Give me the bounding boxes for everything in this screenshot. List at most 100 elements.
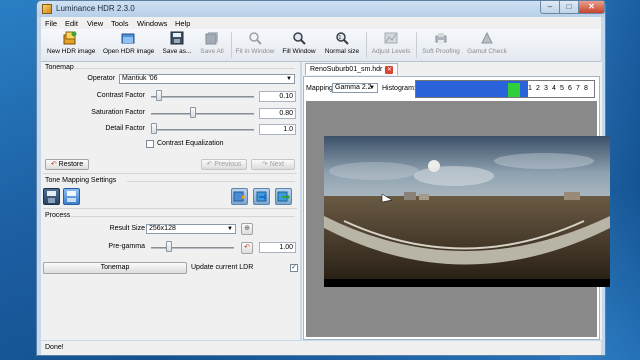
menu-tools[interactable]: Tools <box>111 19 129 28</box>
add-size-button[interactable]: ⊕ <box>241 223 253 235</box>
soft-proofing-icon <box>435 33 447 44</box>
result-size-select[interactable]: 256x128 ▼ <box>146 224 236 234</box>
previous-button[interactable]: ↶ Previous <box>201 159 247 170</box>
contrast-slider-thumb[interactable] <box>155 90 162 101</box>
group-divider <box>127 181 295 182</box>
chevron-down-icon: ▼ <box>227 226 233 232</box>
detail-factor-input[interactable]: 1.0 <box>259 124 296 135</box>
hist-tick: 1 <box>528 85 532 92</box>
menu-file[interactable]: File <box>45 19 57 28</box>
restore-button[interactable]: ↶ Restore <box>45 159 89 170</box>
export-icon <box>277 191 290 202</box>
pre-gamma-label: Pre-gamma <box>108 243 145 250</box>
import-settings-button[interactable] <box>253 188 270 205</box>
tone-mapping-settings-title: Tone Mapping Settings <box>45 177 117 184</box>
floppy-icon <box>47 191 56 203</box>
chevron-down-icon: ▼ <box>286 76 292 82</box>
next-label: Next <box>269 161 285 168</box>
undo-icon: ↶ <box>50 161 59 168</box>
hist-tick: 7 <box>576 85 580 92</box>
save-settings-button[interactable] <box>63 188 80 205</box>
contrast-factor-input[interactable]: 0.10 <box>259 91 296 102</box>
open-hdr-button[interactable]: Open HDR image <box>103 31 154 61</box>
minimize-button[interactable]: – <box>540 1 560 14</box>
group-divider <box>71 216 295 217</box>
detail-slider-track[interactable] <box>151 129 254 131</box>
saturation-slider-track[interactable] <box>151 113 254 115</box>
apply-settings-button[interactable] <box>231 188 248 205</box>
contrast-equalization-label: Contrast Equalization <box>157 140 224 147</box>
detail-slider-thumb[interactable] <box>151 123 157 134</box>
menu-windows[interactable]: Windows <box>137 19 167 28</box>
mapping-select[interactable]: Gamma 2.2 ▼ <box>332 83 378 93</box>
normal-size-label: Normal size <box>324 48 360 55</box>
panorama-image[interactable] <box>324 136 610 279</box>
save-icon <box>170 31 184 45</box>
fill-window-button[interactable]: Fill Window <box>280 31 318 61</box>
app-icon <box>42 4 52 14</box>
tab-hdr-image[interactable]: RenoSuburb01_sm.hdr ✕ <box>305 63 399 75</box>
forward-icon: ↷ <box>261 161 270 168</box>
restore-label: Restore <box>58 161 84 168</box>
save-disk-icon <box>67 191 76 202</box>
svg-text:1: 1 <box>339 35 342 41</box>
fill-window-icon <box>293 32 306 45</box>
saturation-slider-thumb[interactable] <box>189 107 196 118</box>
contrast-equalization-checkbox[interactable] <box>146 140 154 148</box>
next-button[interactable]: ↷ Next <box>251 159 295 170</box>
save-all-icon <box>205 32 218 45</box>
contrast-slider-track[interactable] <box>151 96 254 98</box>
hist-tick: 8 <box>584 85 588 92</box>
soft-proofing-label: Soft Proofing <box>422 48 460 55</box>
histogram-widget[interactable]: 1 2 3 4 5 6 7 8 <box>415 80 595 98</box>
viewer-panel: RenoSuburb01_sm.hdr ✕ Mapping: Gamma 2.2 … <box>302 62 610 340</box>
group-divider <box>43 173 297 174</box>
normal-size-button[interactable]: 1 Normal size <box>321 31 363 61</box>
previous-label: Previous <box>214 161 242 168</box>
adjust-levels-button[interactable]: Adjust Levels <box>369 31 413 61</box>
pre-gamma-slider-thumb[interactable] <box>166 241 173 252</box>
window-title: Luminance HDR 2.3.0 <box>56 4 135 13</box>
histogram-label: Histogram: <box>382 85 416 92</box>
title-bar[interactable]: Luminance HDR 2.3.0 – □ ✕ <box>37 1 605 17</box>
pre-gamma-slider-track[interactable] <box>151 247 234 249</box>
new-hdr-label: New HDR image <box>47 48 96 55</box>
operator-value: Mantiuk '06 <box>122 75 158 82</box>
process-group-title: Process <box>45 212 71 219</box>
maximize-button[interactable]: □ <box>559 1 579 14</box>
tab-label: RenoSuburb01_sm.hdr <box>310 66 383 73</box>
hist-tick: 3 <box>544 85 548 92</box>
fit-window-button[interactable]: Fit in Window <box>234 31 276 61</box>
export-settings-button[interactable] <box>275 188 292 205</box>
toolbar-separator <box>231 32 232 58</box>
adjust-levels-label: Adjust Levels <box>371 48 411 55</box>
hist-tick: 5 <box>560 85 564 92</box>
reset-gamma-button[interactable]: ↶ <box>241 242 253 254</box>
mapping-value: Gamma 2.2 <box>335 84 372 91</box>
update-ldr-checkbox[interactable]: ✓ <box>290 264 298 272</box>
app-window: Luminance HDR 2.3.0 – □ ✕ File Edit View… <box>36 0 610 356</box>
new-hdr-button[interactable]: New HDR image <box>47 31 96 61</box>
save-all-button[interactable]: Save All <box>197 31 227 61</box>
menu-edit[interactable]: Edit <box>65 19 78 28</box>
soft-proofing-button[interactable]: Soft Proofing <box>419 31 463 61</box>
saturation-factor-input[interactable]: 0.80 <box>259 108 296 119</box>
save-as-button[interactable]: Save as... <box>159 31 195 61</box>
close-button[interactable]: ✕ <box>578 1 605 14</box>
menu-help[interactable]: Help <box>175 19 190 28</box>
hist-tick: 6 <box>568 85 572 92</box>
operator-select[interactable]: Mantiuk '06 ▼ <box>119 74 295 84</box>
menu-view[interactable]: View <box>87 19 103 28</box>
close-tab-icon[interactable]: ✕ <box>385 66 394 74</box>
save-all-label: Save All <box>200 48 224 55</box>
detail-factor-label: Detail Factor <box>105 125 145 132</box>
apply-icon <box>233 191 246 202</box>
tonemap-button[interactable]: Tonemap <box>43 262 187 274</box>
toolbar: New HDR image Open HDR image Save as... … <box>41 29 601 62</box>
load-settings-button[interactable] <box>43 188 60 205</box>
contrast-factor-label: Contrast Factor <box>96 92 145 99</box>
result-size-value: 256x128 <box>149 225 176 232</box>
pre-gamma-input[interactable]: 1.00 <box>259 242 296 253</box>
normal-size-icon: 1 <box>336 32 349 45</box>
gamut-check-button[interactable]: Gamut Check <box>465 31 509 61</box>
